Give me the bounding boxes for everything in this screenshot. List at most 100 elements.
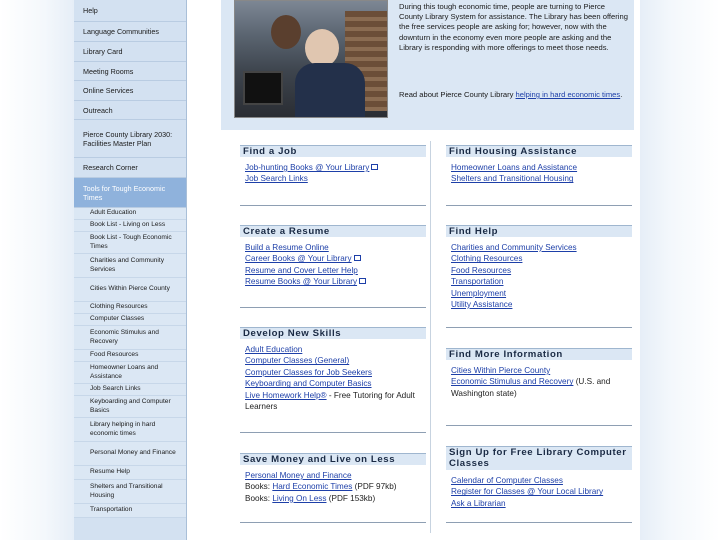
list-item: Keyboarding and Computer Basics xyxy=(245,378,426,389)
build-resume-link[interactable]: Build a Resume Online xyxy=(245,243,329,252)
stimulus-link[interactable]: Economic Stimulus and Recovery xyxy=(451,377,573,386)
column-divider xyxy=(430,141,431,533)
list-item: Calendar of Computer Classes xyxy=(451,475,632,486)
food-link[interactable]: Food Resources xyxy=(451,266,511,275)
section-title: Create a Resume xyxy=(240,225,426,237)
section-title: Find a Job xyxy=(240,145,426,157)
list-item: Job-hunting Books @ Your Library xyxy=(245,162,426,173)
list-item: Career Books @ Your Library xyxy=(245,253,426,264)
section-divider xyxy=(446,425,632,426)
sidebar-submenu: Adult Education Book List - Living on Le… xyxy=(74,208,186,518)
utility-link[interactable]: Utility Assistance xyxy=(451,300,512,309)
books-prefix: Books: xyxy=(245,482,273,492)
register-link[interactable]: Register for Classes @ Your Local Librar… xyxy=(451,487,603,496)
list-item: Job Search Links xyxy=(245,173,426,184)
section-signup: Sign Up for Free Library Computer Classe… xyxy=(446,446,632,509)
subitem-keyboarding[interactable]: Keyboarding and Computer Basics xyxy=(74,396,186,418)
resume-cover-link[interactable]: Resume and Cover Letter Help xyxy=(245,266,358,275)
ask-librarian-link[interactable]: Ask a Librarian xyxy=(451,499,506,508)
subitem-clothing[interactable]: Clothing Resources xyxy=(74,302,186,314)
list-item: Shelters and Transitional Housing xyxy=(451,173,632,184)
classes-job-seekers-link[interactable]: Computer Classes for Job Seekers xyxy=(245,368,372,377)
subitem-economic-stimulus[interactable]: Economic Stimulus and Recovery xyxy=(74,326,186,350)
page-margin-left xyxy=(0,0,74,540)
subitem-shelters[interactable]: Shelters and Transitional Housing xyxy=(74,480,186,504)
section-divider xyxy=(240,522,426,523)
subitem-resume-help[interactable]: Resume Help xyxy=(74,466,186,480)
list-item: Books: Hard Economic Times (PDF 97kb) xyxy=(245,481,426,492)
catalog-icon xyxy=(359,278,367,285)
section-save-money: Save Money and Live on Less Personal Mon… xyxy=(240,453,426,504)
pdf-size: (PDF 153kb) xyxy=(326,493,376,503)
sidebar-item-language-communities[interactable]: Language Communities xyxy=(74,22,186,42)
list-item: Build a Resume Online xyxy=(245,242,426,253)
subitem-adult-education[interactable]: Adult Education xyxy=(74,208,186,220)
intro-text: During this tough economic time, people … xyxy=(399,2,628,52)
subitem-charities[interactable]: Charities and Community Services xyxy=(74,254,186,278)
sidebar-item-library-card[interactable]: Library Card xyxy=(74,42,186,62)
subitem-personal-money[interactable]: Personal Money and Finance xyxy=(74,442,186,466)
hard-economic-times-link[interactable]: Hard Economic Times xyxy=(272,482,352,491)
read-more: Read about Pierce County Library helping… xyxy=(399,90,629,100)
career-books-link[interactable]: Career Books @ Your Library xyxy=(245,254,352,263)
list-item: Unemployment xyxy=(451,288,632,299)
personal-money-link[interactable]: Personal Money and Finance xyxy=(245,471,352,480)
section-title: Find Help xyxy=(446,225,632,237)
subitem-computer-classes[interactable]: Computer Classes xyxy=(74,314,186,326)
sidebar: Help Language Communities Library Card M… xyxy=(74,0,187,540)
sidebar-item-research-corner[interactable]: Research Corner xyxy=(74,158,186,178)
sidebar-item-facilities-plan[interactable]: Pierce County Library 2030: Facilities M… xyxy=(74,120,186,158)
list-item: Economic Stimulus and Recovery (U.S. and… xyxy=(451,376,631,399)
list-item: Homeowner Loans and Assistance xyxy=(451,162,632,173)
subitem-homeowner-loans[interactable]: Homeowner Loans and Assistance xyxy=(74,362,186,384)
calendar-link[interactable]: Calendar of Computer Classes xyxy=(451,476,563,485)
subitem-transportation[interactable]: Transportation xyxy=(74,504,186,518)
hard-times-link[interactable]: helping in hard economic times xyxy=(516,90,621,99)
cities-link[interactable]: Cities Within Pierce County xyxy=(451,366,550,375)
live-homework-link[interactable]: Live Homework Help® xyxy=(245,391,327,400)
sidebar-item-meeting-rooms[interactable]: Meeting Rooms xyxy=(74,62,186,81)
list-item: Live Homework Help® - Free Tutoring for … xyxy=(245,390,421,413)
photo-librarian xyxy=(271,15,301,49)
sidebar-item-online-services[interactable]: Online Services xyxy=(74,81,186,101)
unemployment-link[interactable]: Unemployment xyxy=(451,289,506,298)
job-search-link[interactable]: Job Search Links xyxy=(245,174,308,183)
subitem-book-list-living-on-less[interactable]: Book List - Living on Less xyxy=(74,220,186,232)
section-divider xyxy=(240,432,426,433)
homeowner-loans-link[interactable]: Homeowner Loans and Assistance xyxy=(451,163,577,172)
transportation-link[interactable]: Transportation xyxy=(451,277,504,286)
section-develop-skills: Develop New Skills Adult Education Compu… xyxy=(240,327,426,412)
list-item: Charities and Community Services xyxy=(451,242,632,253)
subitem-job-search[interactable]: Job Search Links xyxy=(74,384,186,396)
shelters-link[interactable]: Shelters and Transitional Housing xyxy=(451,174,573,183)
list-item: Books: Living On Less (PDF 153kb) xyxy=(245,493,426,504)
clothing-link[interactable]: Clothing Resources xyxy=(451,254,522,263)
resume-books-link[interactable]: Resume Books @ Your Library xyxy=(245,277,357,286)
list-item: Resume and Cover Letter Help xyxy=(245,265,426,276)
adult-education-link[interactable]: Adult Education xyxy=(245,345,302,354)
sidebar-item-help[interactable]: Help xyxy=(74,0,186,22)
charities-link[interactable]: Charities and Community Services xyxy=(451,243,577,252)
living-on-less-link[interactable]: Living On Less xyxy=(272,494,326,503)
list-item: Register for Classes @ Your Local Librar… xyxy=(451,486,632,497)
sidebar-item-tools-tough-times[interactable]: Tools for Tough Economic Times xyxy=(74,178,186,208)
section-title: Find Housing Assistance xyxy=(446,145,632,157)
sidebar-item-outreach[interactable]: Outreach xyxy=(74,101,186,120)
section-title: Save Money and Live on Less xyxy=(240,453,426,465)
subitem-cities[interactable]: Cities Within Pierce County xyxy=(74,278,186,302)
photo-monitor xyxy=(243,71,283,105)
keyboarding-link[interactable]: Keyboarding and Computer Basics xyxy=(245,379,372,388)
subitem-library-helping[interactable]: Library helping in hard economic times xyxy=(74,418,186,442)
subitem-book-list-tough-times[interactable]: Book List - Tough Economic Times xyxy=(74,232,186,254)
catalog-icon xyxy=(371,163,379,170)
computer-classes-link[interactable]: Computer Classes (General) xyxy=(245,356,349,365)
section-divider xyxy=(446,522,632,523)
section-title: Sign Up for Free Library Computer Classe… xyxy=(446,446,632,470)
subitem-food[interactable]: Food Resources xyxy=(74,350,186,362)
job-books-link[interactable]: Job-hunting Books @ Your Library xyxy=(245,163,369,172)
section-find-help: Find Help Charities and Community Servic… xyxy=(446,225,632,310)
list-item: Clothing Resources xyxy=(451,253,632,264)
books-prefix: Books: xyxy=(245,493,273,503)
library-photo xyxy=(234,0,388,118)
section-divider xyxy=(446,327,632,328)
